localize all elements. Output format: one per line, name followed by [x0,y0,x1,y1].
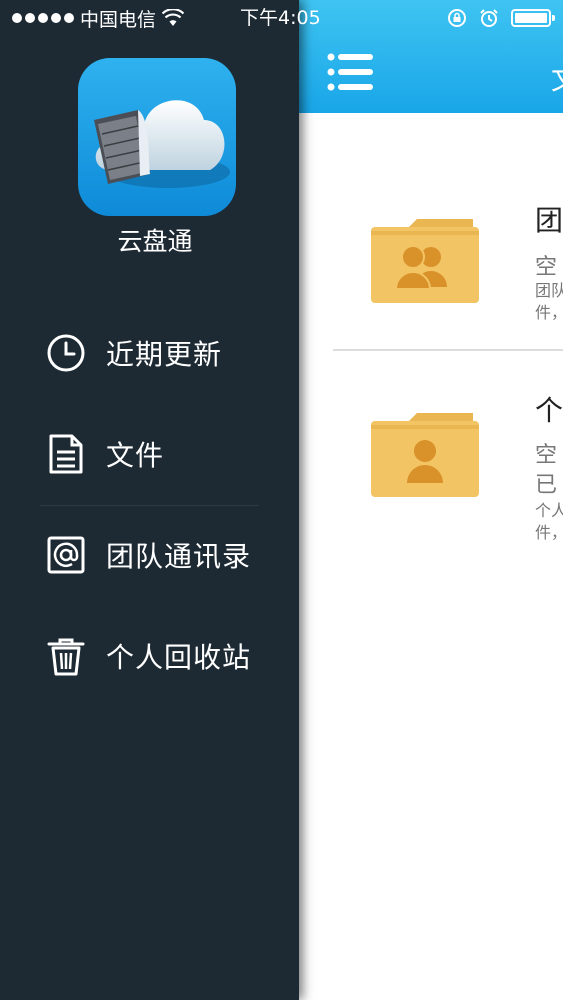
row-desc-line: 件， [535,303,563,322]
sidebar-item-recent[interactable]: 近期更新 [0,302,299,403]
cloud-server-icon [94,100,230,188]
clock-icon [47,334,85,371]
status-right [447,6,555,30]
alarm-icon [480,9,498,27]
sidebar-item-label: 近期更新 [106,337,223,371]
sidebar-item-label: 团队通讯录 [106,539,252,573]
sidebar-drawer: 云盘通 近期更新 文件 团队通讯录 个人回收站 [0,0,299,1000]
row-desc-line: 已 [535,473,558,498]
screen: 中国电信 下午4:05 团 空 团队 件 个 空 已 个人 件 云盘通 近期更新… [0,0,563,1000]
trash-icon [47,638,85,675]
row-desc-line: 团队 [535,281,563,300]
at-contact-icon [47,536,85,573]
row-title: 团 [535,204,563,237]
signal-dots-icon [12,13,74,23]
status-bar: 中国电信 下午4:05 [0,0,563,36]
carrier-label: 中国电信 [80,8,157,31]
list-item-personal[interactable]: 个 空 已 个人 件， [299,351,563,587]
app-name: 云盘通 [117,227,193,256]
sidebar-item-files[interactable]: 文件 [0,403,299,504]
sidebar-item-contacts[interactable]: 团队通讯录 [0,504,299,605]
battery-icon [511,9,555,27]
nav-title: 文 [551,58,563,98]
personal-folder-icon [371,413,479,497]
rotation-lock-icon [448,9,466,27]
document-icon [49,434,83,473]
row-desc-line: 空 [535,443,558,468]
team-folder-icon [371,219,479,303]
menu-list-icon[interactable] [327,52,373,92]
wifi-icon [162,9,185,26]
list-item-team[interactable]: 团 空 团队 件， [299,113,563,349]
status-left: 中国电信 [12,6,185,31]
sidebar-menu: 近期更新 文件 团队通讯录 个人回收站 [0,302,299,706]
status-time: 下午4:05 [240,7,321,29]
sidebar-item-label: 个人回收站 [106,640,252,674]
menu-divider [40,505,259,506]
row-desc-line: 个人 [535,501,563,520]
row-desc-line: 件， [535,523,563,542]
app-logo [78,58,236,216]
sidebar-item-label: 文件 [106,438,165,472]
row-title: 个 [535,394,563,427]
sidebar-item-recycle-bin[interactable]: 个人回收站 [0,605,299,706]
main-content: 文 团 空 团队 件， [299,0,563,1000]
